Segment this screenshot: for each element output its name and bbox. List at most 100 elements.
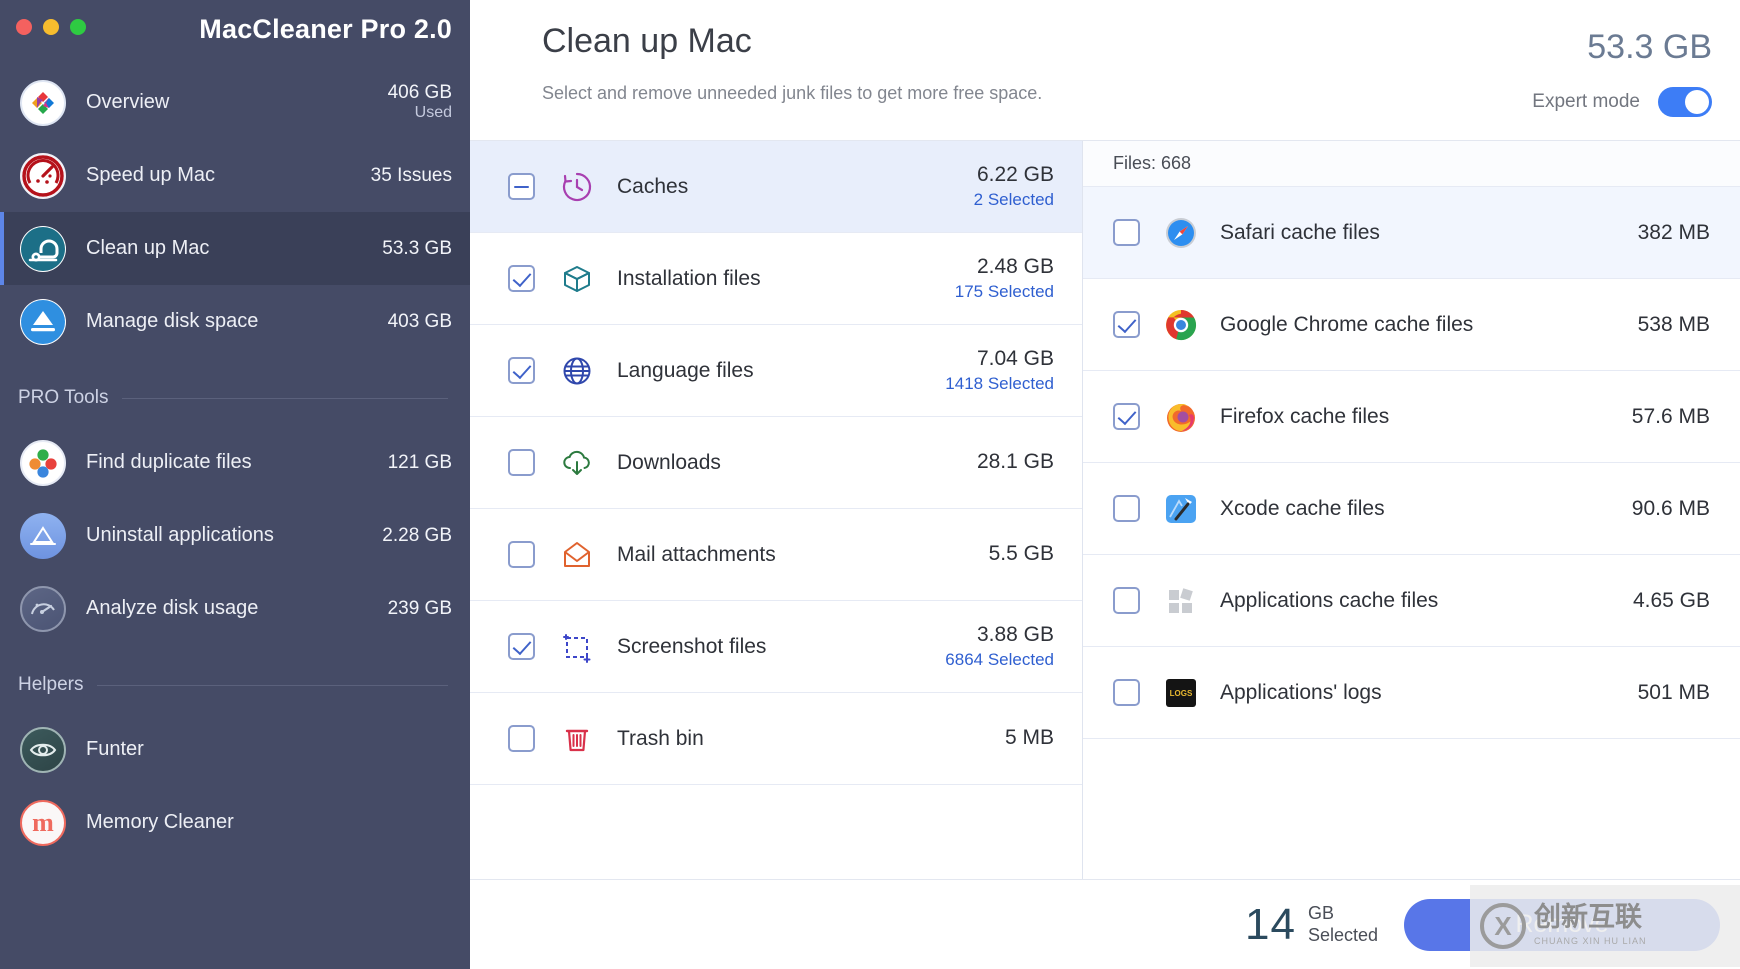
category-name: Downloads (617, 451, 977, 475)
file-checkbox[interactable] (1113, 679, 1140, 706)
file-size: 4.65 GB (1633, 589, 1710, 613)
category-checkbox[interactable] (508, 449, 535, 476)
category-checkbox[interactable] (508, 265, 535, 292)
analyze-disk-icon (20, 586, 66, 632)
category-name: Caches (617, 175, 974, 199)
section-header-pro-tools: PRO Tools (0, 378, 470, 418)
sidebar-item-manage-disk-space[interactable]: Manage disk space 403 GB (0, 285, 470, 358)
section-header-helpers: Helpers (0, 665, 470, 705)
sidebar-item-label: Uninstall applications (86, 524, 382, 547)
total-size-value: 53.3 GB (1532, 28, 1712, 67)
file-size: 538 MB (1638, 313, 1710, 337)
sidebar-item-value: 406 GB Used (388, 82, 452, 122)
sidebar-item-value: 53.3 GB (382, 238, 452, 260)
sidebar-item-speed-up-mac[interactable]: Speed up Mac 35 Issues (0, 139, 470, 212)
category-size: 6.22 GB (977, 163, 1054, 186)
selected-total-unit-text: GB (1308, 903, 1334, 923)
file-checkbox[interactable] (1113, 587, 1140, 614)
vacuum-icon (20, 226, 66, 272)
expert-mode-toggle[interactable] (1658, 87, 1712, 117)
sidebar-item-value-text: 53.3 GB (382, 238, 452, 259)
sidebar-item-analyze-disk-usage[interactable]: Analyze disk usage 239 GB (0, 572, 470, 645)
expert-mode-row: Expert mode (1532, 87, 1712, 117)
sidebar-item-label: Analyze disk usage (86, 597, 388, 620)
disk-space-icon (20, 299, 66, 345)
file-size: 57.6 MB (1632, 405, 1710, 429)
category-checkbox[interactable] (508, 357, 535, 384)
file-name: Safari cache files (1220, 221, 1638, 245)
category-row-language-files[interactable]: Language files 7.04 GB 1418 Selected (470, 325, 1082, 417)
file-checkbox[interactable] (1113, 403, 1140, 430)
app-window: MacCleaner Pro 2.0 Overview 406 GB (0, 0, 1740, 969)
file-row-xcode-cache-files[interactable]: Xcode cache files 90.6 MB (1083, 463, 1740, 555)
sidebar-item-memory-cleaner[interactable]: m Memory Cleaner (0, 786, 470, 859)
zoom-icon[interactable] (70, 19, 86, 35)
sidebar-item-uninstall-applications[interactable]: Uninstall applications 2.28 GB (0, 499, 470, 572)
sidebar-item-clean-up-mac[interactable]: Clean up Mac 53.3 GB (0, 212, 470, 285)
section-title: Helpers (18, 674, 83, 696)
file-row-safari-cache-files[interactable]: Safari cache files 382 MB (1083, 187, 1740, 279)
sidebar-item-funter[interactable]: Funter (0, 713, 470, 786)
sidebar-item-value-text: 35 Issues (371, 165, 452, 186)
category-name: Trash bin (617, 727, 1005, 751)
category-size: 28.1 GB (977, 450, 1054, 473)
category-checkbox[interactable] (508, 725, 535, 752)
category-selected-count: 2 Selected (974, 190, 1054, 209)
logs-icon: LOGS (1164, 676, 1198, 710)
main-content: Clean up Mac Select and remove unneeded … (470, 0, 1740, 969)
category-row-caches[interactable]: Caches 6.22 GB 2 Selected (470, 141, 1082, 233)
sidebar-item-value-text: 403 GB (388, 311, 452, 332)
sidebar-item-value: 2.28 GB (382, 525, 452, 547)
sidebar-item-label: Manage disk space (86, 310, 388, 333)
sidebar-item-value-sub: Used (388, 104, 452, 122)
category-selected-count: 1418 Selected (945, 374, 1054, 393)
category-value: 3.88 GB 6864 Selected (945, 622, 1054, 670)
category-selected-count: 175 Selected (955, 282, 1054, 301)
chrome-icon (1164, 308, 1198, 342)
minimize-icon[interactable] (43, 19, 59, 35)
file-checkbox[interactable] (1113, 219, 1140, 246)
firefox-icon (1164, 400, 1198, 434)
close-icon[interactable] (16, 19, 32, 35)
category-row-screenshot-files[interactable]: Screenshot files 3.88 GB 6864 Selected (470, 601, 1082, 693)
selected-total-number: 14 (1245, 900, 1296, 950)
categories-pane: Caches 6.22 GB 2 Selected (470, 141, 1083, 879)
page-header-right: 53.3 GB Expert mode (1532, 22, 1712, 117)
category-checkbox[interactable] (508, 633, 535, 660)
sidebar-item-value-text: 121 GB (388, 452, 452, 473)
memory-cleaner-glyph: m (32, 808, 54, 838)
sidebar-item-label: Funter (86, 738, 452, 761)
category-row-trash-bin[interactable]: Trash bin 5 MB (470, 693, 1082, 785)
overview-icon (20, 80, 66, 126)
file-row-google-chrome-cache-files[interactable]: Google Chrome cache files 538 MB (1083, 279, 1740, 371)
sidebar-item-overview[interactable]: Overview 406 GB Used (0, 66, 470, 139)
category-checkbox[interactable] (508, 173, 535, 200)
globe-icon (559, 353, 595, 389)
section-divider (122, 398, 448, 399)
category-size: 5.5 GB (989, 542, 1054, 565)
page-header: Clean up Mac Select and remove unneeded … (470, 0, 1740, 140)
file-name: Applications' logs (1220, 681, 1638, 705)
category-row-installation-files[interactable]: Installation files 2.48 GB 175 Selected (470, 233, 1082, 325)
uninstall-icon (20, 513, 66, 559)
category-name: Screenshot files (617, 635, 945, 659)
file-checkbox[interactable] (1113, 495, 1140, 522)
category-row-mail-attachments[interactable]: Mail attachments 5.5 GB (470, 509, 1082, 601)
download-cloud-icon (559, 445, 595, 481)
file-row-firefox-cache-files[interactable]: Firefox cache files 57.6 MB (1083, 371, 1740, 463)
speedometer-icon (20, 153, 66, 199)
category-value: 5 MB (1005, 725, 1054, 751)
footer-bar: 14 GB Selected Remove (470, 879, 1740, 969)
sidebar-item-find-duplicate-files[interactable]: Find duplicate files 121 GB (0, 426, 470, 499)
file-row-applications-cache-files[interactable]: Applications cache files 4.65 GB (1083, 555, 1740, 647)
file-row-applications-logs[interactable]: LOGS Applications' logs 501 MB (1083, 647, 1740, 739)
file-size: 90.6 MB (1632, 497, 1710, 521)
remove-button[interactable]: Remove (1404, 899, 1720, 951)
file-checkbox[interactable] (1113, 311, 1140, 338)
file-name: Applications cache files (1220, 589, 1633, 613)
category-value: 2.48 GB 175 Selected (955, 254, 1054, 302)
category-row-downloads[interactable]: Downloads 28.1 GB (470, 417, 1082, 509)
section-title: PRO Tools (18, 387, 108, 409)
category-checkbox[interactable] (508, 541, 535, 568)
sidebar-item-value: 121 GB (388, 452, 452, 474)
